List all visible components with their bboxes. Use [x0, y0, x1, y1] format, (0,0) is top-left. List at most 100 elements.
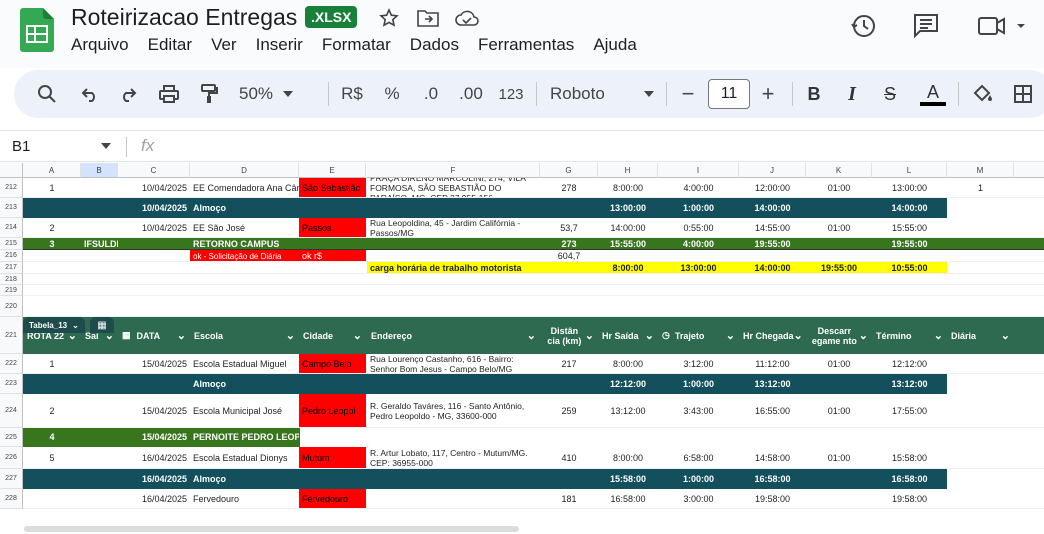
font-size-input[interactable]: 11: [708, 70, 750, 118]
filter-chevron-icon[interactable]: ⌄: [527, 330, 536, 341]
cell-h-228[interactable]: 16:58:00: [598, 489, 658, 509]
column-header-i[interactable]: I: [658, 163, 739, 178]
menu-inserir[interactable]: Inserir: [256, 35, 303, 55]
menu-arquivo[interactable]: Arquivo: [71, 35, 129, 55]
search-menus-icon[interactable]: [34, 70, 60, 118]
column-header-d[interactable]: D: [190, 163, 299, 178]
cell-d-227[interactable]: Almoço: [190, 469, 299, 489]
menu-editar[interactable]: Editar: [148, 35, 192, 55]
filter-chevron-icon[interactable]: ⌄: [177, 330, 186, 341]
cell-k-214[interactable]: 01:00: [806, 218, 872, 238]
filter-chevron-icon[interactable]: ⌄: [726, 330, 735, 341]
cell-a-226[interactable]: 5: [23, 447, 81, 469]
cell-f-226[interactable]: R. Artur Lobato, 117, Centro - Mutum/MG.…: [367, 447, 540, 469]
row-header[interactable]: 222: [0, 354, 23, 374]
cell-l-212[interactable]: 13:00:00: [872, 178, 947, 198]
column-header-m[interactable]: M: [947, 163, 1014, 178]
cell-g-214[interactable]: 53,7: [540, 218, 598, 238]
filter-chevron-icon[interactable]: ⌄: [286, 330, 295, 341]
cell-i-224[interactable]: 3:43:00: [658, 394, 739, 428]
cell-k-226[interactable]: 01:00: [806, 447, 872, 469]
column-header-j[interactable]: J: [739, 163, 806, 178]
strikethrough-icon[interactable]: S: [878, 70, 902, 118]
cell-d-223[interactable]: Almoço: [190, 374, 299, 394]
table-view-icon[interactable]: ▦: [90, 317, 114, 333]
cell-c-224[interactable]: 15/04/2025: [118, 394, 190, 428]
cell-i-214[interactable]: 0:55:00: [658, 218, 739, 238]
column-header-k[interactable]: K: [806, 163, 872, 178]
row-header[interactable]: 225: [0, 428, 23, 447]
cell-i-222[interactable]: 3:12:00: [658, 354, 739, 374]
horizontal-scrollbar[interactable]: [24, 526, 519, 532]
column-header-g[interactable]: G: [540, 163, 598, 178]
cell-h-222[interactable]: 8:00:00: [598, 354, 658, 374]
cell-f-214[interactable]: Rua Leopoldina, 45 - Jardim Califórnia -…: [367, 218, 540, 238]
cell-c-226[interactable]: 16/04/2025: [118, 447, 190, 469]
bold-icon[interactable]: B: [802, 70, 826, 118]
cell-d-226[interactable]: Escola Estadual Dionys: [190, 447, 299, 469]
table-name-chip[interactable]: Tabela_13 ⌄: [23, 317, 85, 333]
cell-h-214[interactable]: 14:00:00: [598, 218, 658, 238]
increase-font-size-icon[interactable]: +: [758, 70, 778, 118]
row-header[interactable]: 226: [0, 447, 23, 469]
cell-j-212[interactable]: 12:00:00: [739, 178, 806, 198]
filter-chevron-icon[interactable]: ⌄: [645, 330, 654, 341]
cell-d-225[interactable]: PERNOITE PEDRO LEOPO: [190, 428, 299, 447]
meet-video-icon[interactable]: [976, 12, 1026, 45]
row-header[interactable]: 224: [0, 394, 23, 428]
row-header[interactable]: 215: [0, 238, 23, 250]
cell-h-227[interactable]: 15:58:00: [598, 469, 658, 489]
cell-h-212[interactable]: 8:00:00: [598, 178, 658, 198]
cell-a-222[interactable]: 1: [23, 354, 81, 374]
star-icon[interactable]: [377, 8, 401, 28]
cell-a-214[interactable]: 2: [23, 218, 81, 238]
row-header[interactable]: 221: [0, 317, 23, 354]
cell-m-212[interactable]: 1: [947, 178, 1014, 198]
column-header-a[interactable]: A: [23, 163, 81, 178]
cell-d-224[interactable]: Escola Municipal José: [190, 394, 299, 428]
filter-chevron-icon[interactable]: ⌄: [934, 330, 943, 341]
row-header[interactable]: 227: [0, 469, 23, 489]
text-color-icon[interactable]: A: [918, 70, 948, 118]
cell-h-224[interactable]: 13:12:00: [598, 394, 658, 428]
cell-c-225[interactable]: 15/04/2025: [118, 428, 190, 447]
menu-ferramentas[interactable]: Ferramentas: [478, 35, 574, 55]
cell-e-226[interactable]: Mutum: [299, 447, 366, 469]
row-header[interactable]: 218: [0, 274, 23, 285]
cell-h-226[interactable]: 8:00:00: [598, 447, 658, 469]
cell-d-222[interactable]: Escola Estadual Miguel: [190, 354, 299, 374]
row-header[interactable]: 216: [0, 250, 23, 262]
percent-format-button[interactable]: %: [380, 70, 404, 118]
cell-j-224[interactable]: 16:55:00: [739, 394, 806, 428]
decrease-decimal-button[interactable]: .0: [416, 70, 446, 118]
cell-g-226[interactable]: 410: [540, 447, 598, 469]
column-header-b[interactable]: B: [81, 163, 118, 178]
fill-color-icon[interactable]: [970, 70, 996, 118]
filter-chevron-icon[interactable]: ⌄: [353, 330, 362, 341]
filter-chevron-icon[interactable]: ⌄: [105, 330, 114, 341]
cell-a-225[interactable]: 4: [23, 428, 81, 447]
cell-g-224[interactable]: 259: [540, 394, 598, 428]
decrease-font-size-icon[interactable]: −: [678, 70, 698, 118]
cell-h-223[interactable]: 12:12:00: [598, 374, 658, 394]
menu-ver[interactable]: Ver: [211, 35, 237, 55]
cell-d-213[interactable]: Almoço: [190, 198, 299, 218]
cell-j-222[interactable]: 11:12:00: [739, 354, 806, 374]
cell-g-212[interactable]: 278: [540, 178, 598, 198]
cell-l-222[interactable]: 12:12:00: [872, 354, 947, 374]
italic-icon[interactable]: I: [840, 70, 864, 118]
borders-icon[interactable]: [1010, 70, 1036, 118]
cell-f-224[interactable]: R. Geraldo Taváres, 116 - Santo Antônio,…: [367, 394, 540, 428]
more-formats-button[interactable]: 123: [496, 70, 526, 118]
cell-l-227[interactable]: 16:58:00: [872, 469, 947, 489]
table-menu-chevron-icon[interactable]: ⌄: [72, 321, 79, 330]
filter-chevron-icon[interactable]: ⌄: [585, 330, 594, 341]
column-header-e[interactable]: E: [299, 163, 366, 178]
cell-f-212[interactable]: PRAÇA DIRENO MARCOLINI, 274, VILA FORMOS…: [367, 178, 540, 198]
increase-decimal-button[interactable]: .00: [456, 70, 486, 118]
row-header[interactable]: 219: [0, 285, 23, 296]
filter-chevron-icon[interactable]: ⌄: [859, 330, 868, 341]
cell-j-227[interactable]: 16:58:00: [739, 469, 806, 489]
menu-formatar[interactable]: Formatar: [322, 35, 391, 55]
cell-d-214[interactable]: EE São José: [190, 218, 299, 238]
